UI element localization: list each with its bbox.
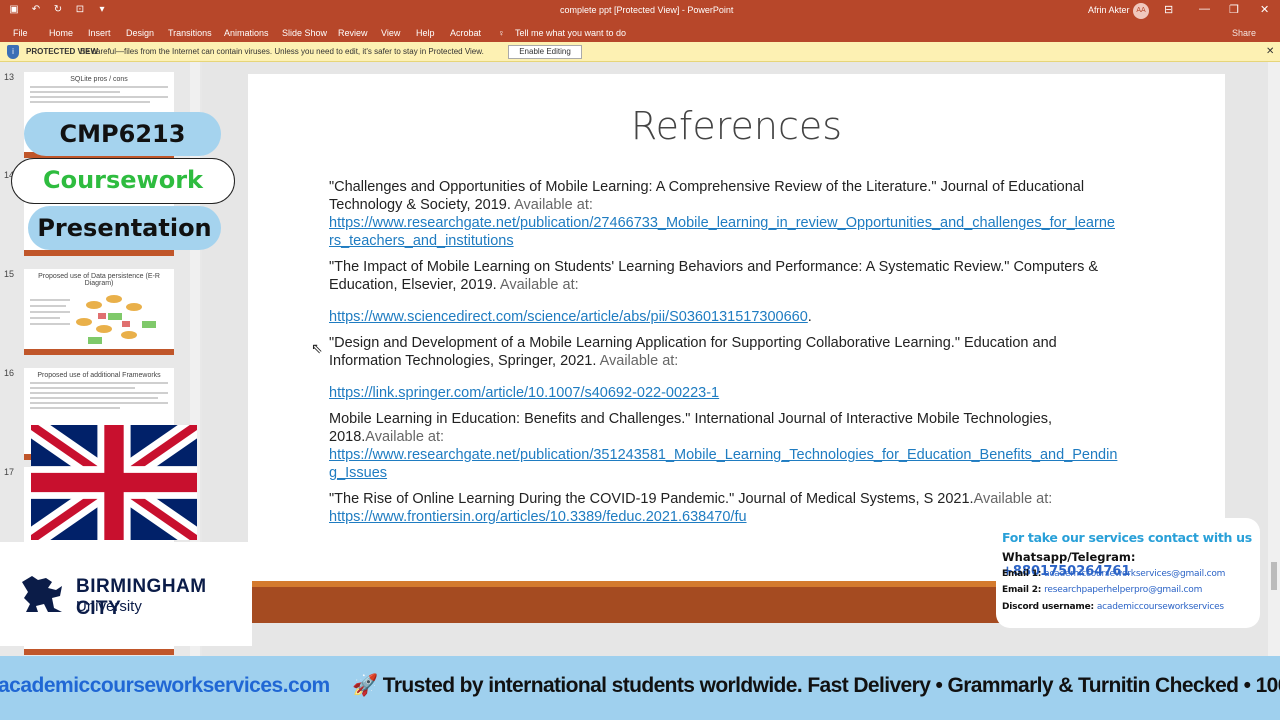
undo-icon[interactable]: ↶ bbox=[30, 4, 42, 16]
thumbnail-content bbox=[24, 382, 174, 409]
window-title: complete ppt [Protected View] - PowerPoi… bbox=[560, 5, 734, 15]
redo-icon[interactable]: ↻ bbox=[52, 4, 64, 16]
reference-link[interactable]: https://www.researchgate.net/publication… bbox=[329, 215, 1115, 249]
email1-line: Email 1: academiccourseworkservices@gmai… bbox=[1002, 569, 1225, 579]
mouse-cursor-icon: ⇖ bbox=[311, 340, 323, 356]
tab-design[interactable]: Design bbox=[126, 28, 154, 38]
tell-me-search[interactable]: Tell me what you want to do bbox=[515, 28, 626, 38]
thumbnail-title: Proposed use of additional Frameworks bbox=[37, 372, 161, 379]
reference-text: "The Impact of Mobile Learning on Studen… bbox=[329, 259, 1099, 293]
er-diagram-thumbnail bbox=[30, 295, 156, 344]
contact-heading: For take our services contact with us bbox=[1002, 530, 1252, 545]
contact-card: For take our services contact with us Wh… bbox=[996, 518, 1260, 628]
share-button[interactable]: Share bbox=[1232, 28, 1256, 38]
tab-file[interactable]: File bbox=[13, 28, 28, 38]
thumbnail-number: 17 bbox=[4, 467, 15, 477]
reference-link[interactable]: https://www.sciencedirect.com/science/ar… bbox=[329, 309, 808, 325]
available-at-label: Available at: bbox=[973, 491, 1053, 507]
university-logo: BIRMINGHAM CITY University bbox=[0, 542, 252, 646]
available-at-label: Available at: bbox=[599, 353, 679, 369]
save-icon[interactable]: ▣ bbox=[8, 4, 20, 16]
presentation-badge: Presentation bbox=[28, 206, 221, 250]
tab-help[interactable]: Help bbox=[416, 28, 435, 38]
discord-label: Discord username: bbox=[1002, 602, 1097, 612]
lion-crest-icon bbox=[22, 576, 62, 612]
minimize-icon[interactable]: — bbox=[1199, 3, 1210, 15]
university-subtitle: University bbox=[76, 598, 142, 615]
reference-text: "The Rise of Online Learning During the … bbox=[329, 491, 974, 507]
protected-view-bar: i PROTECTED VIEW Be careful—files from t… bbox=[0, 42, 1280, 62]
email2-label: Email 2: bbox=[1002, 585, 1045, 595]
quick-access-toolbar: ▣ ↶ ↻ ⊡ ▾ bbox=[8, 4, 108, 16]
available-at-label: Available at: bbox=[499, 277, 579, 293]
email2-line: Email 2: researchpaperhelperpro@gmail.co… bbox=[1002, 585, 1202, 595]
reference-link[interactable]: https://www.researchgate.net/publication… bbox=[329, 447, 1117, 481]
available-at-label: Available at: bbox=[365, 429, 445, 445]
email2-value: researchpaperhelperpro@gmail.com bbox=[1044, 585, 1203, 595]
uk-flag-icon bbox=[31, 425, 197, 540]
tab-view[interactable]: View bbox=[381, 28, 400, 38]
thumbnail-title: SQLite pros / cons bbox=[70, 76, 128, 83]
tab-transitions[interactable]: Transitions bbox=[168, 28, 212, 38]
link-trail: . bbox=[807, 309, 812, 325]
discord-line: Discord username: academiccourseworkserv… bbox=[1002, 602, 1224, 612]
title-bar: ▣ ↶ ↻ ⊡ ▾ complete ppt [Protected View] … bbox=[0, 0, 1280, 22]
tab-home[interactable]: Home bbox=[49, 28, 73, 38]
references-list: "Challenges and Opportunities of Mobile … bbox=[329, 178, 1119, 534]
slide-thumbnail[interactable]: Proposed use of Data persistence (E-R Di… bbox=[24, 269, 174, 355]
close-icon[interactable]: ✕ bbox=[1266, 46, 1274, 57]
tab-slide-show[interactable]: Slide Show bbox=[282, 28, 327, 38]
thumbnail-content bbox=[24, 86, 174, 103]
tab-insert[interactable]: Insert bbox=[88, 28, 111, 38]
tab-review[interactable]: Review bbox=[338, 28, 368, 38]
reference-link[interactable]: https://www.frontiersin.org/articles/10.… bbox=[329, 509, 747, 525]
restore-icon[interactable]: ❐ bbox=[1229, 3, 1239, 16]
available-at-label: Available at: bbox=[514, 197, 593, 213]
thumbnail-number: 13 bbox=[4, 72, 15, 82]
slide-title: References bbox=[630, 104, 843, 148]
email1-label: Email 1: bbox=[1002, 569, 1045, 579]
reference-item: "Design and Development of a Mobile Lear… bbox=[329, 334, 1119, 402]
ticker-site: academiccourseworkservices.com bbox=[0, 674, 330, 697]
user-name[interactable]: Afrin Akter bbox=[1088, 5, 1130, 15]
thumbnail-title: Proposed use of Data persistence (E-R Di… bbox=[38, 273, 160, 287]
vertical-scrollbar[interactable] bbox=[1268, 62, 1280, 656]
avatar[interactable]: AA bbox=[1133, 3, 1149, 19]
reference-text: "Design and Development of a Mobile Lear… bbox=[329, 335, 1057, 369]
reference-link[interactable]: https://link.springer.com/article/10.100… bbox=[329, 385, 719, 401]
tab-animations[interactable]: Animations bbox=[224, 28, 269, 38]
scroll-thumb[interactable] bbox=[1271, 562, 1277, 590]
ribbon-tabs: File Home Insert Design Transitions Anim… bbox=[0, 22, 1280, 42]
ticker-banner: academiccourseworkservices.com 🚀 Trusted… bbox=[0, 656, 1280, 720]
protected-view-message: Be careful—files from the Internet can c… bbox=[80, 47, 484, 56]
shield-icon: i bbox=[7, 45, 19, 59]
tab-acrobat[interactable]: Acrobat bbox=[450, 28, 481, 38]
discord-value: academiccourseworkservices bbox=[1096, 602, 1224, 612]
ribbon-display-icon[interactable]: ⊟ bbox=[1164, 3, 1173, 16]
coursework-badge: Coursework bbox=[11, 158, 235, 204]
present-icon[interactable]: ⊡ bbox=[74, 4, 86, 16]
course-code-badge: CMP6213 bbox=[24, 112, 221, 156]
reference-item: "The Impact of Mobile Learning on Studen… bbox=[329, 258, 1119, 326]
customize-qat-icon[interactable]: ▾ bbox=[96, 4, 108, 16]
reference-text: "Challenges and Opportunities of Mobile … bbox=[329, 179, 1085, 213]
enable-editing-button[interactable]: Enable Editing bbox=[508, 45, 582, 59]
close-icon[interactable]: ✕ bbox=[1260, 3, 1269, 16]
lightbulb-icon: ♀ bbox=[498, 28, 505, 38]
whatsapp-label: Whatsapp/Telegram: bbox=[1002, 550, 1136, 564]
email1-value: academiccourseworkservices@gmail.com bbox=[1044, 569, 1226, 579]
reference-item: Mobile Learning in Education: Benefits a… bbox=[329, 410, 1119, 482]
thumbnail-number: 16 bbox=[4, 368, 15, 378]
ticker-message: 🚀 Trusted by international students worl… bbox=[352, 674, 1280, 697]
thumbnail-number: 15 bbox=[4, 269, 15, 279]
reference-item: "Challenges and Opportunities of Mobile … bbox=[329, 178, 1119, 250]
